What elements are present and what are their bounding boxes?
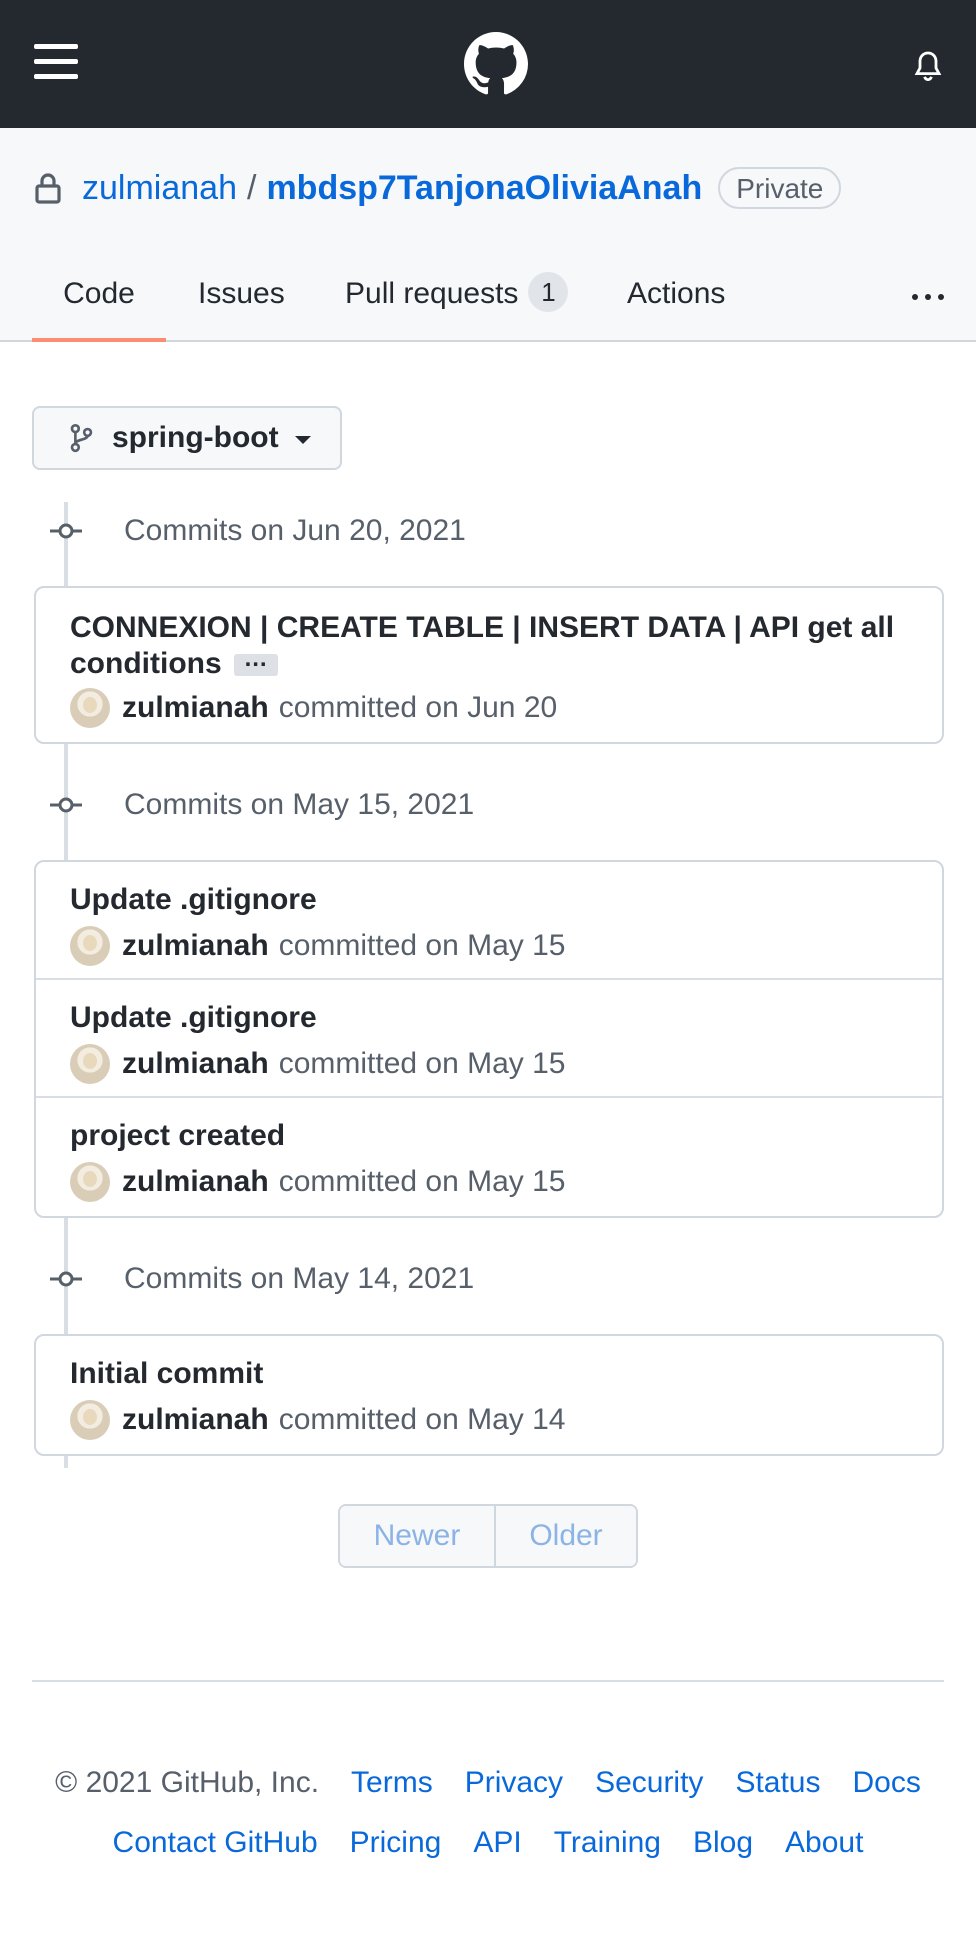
footer-row-2: Contact GitHub Pricing API Training Blog…	[0, 1826, 976, 1860]
commit-author-link[interactable]: zulmianah	[122, 1047, 269, 1081]
git-commit-icon	[50, 1271, 82, 1287]
branch-name: spring-boot	[112, 421, 279, 454]
commit-title-line1: CONNEXION | CREATE TABLE | INSERT DATA |…	[70, 611, 895, 644]
commit-author-link[interactable]: zulmianah	[122, 1165, 269, 1199]
tab-pull-requests-label: Pull requests	[345, 277, 519, 310]
commit-group-heading: Commits on May 15, 2021	[48, 788, 474, 822]
commit-group-date: Commits on Jun 20, 2021	[124, 514, 466, 547]
avatar[interactable]	[70, 1400, 110, 1440]
commit-meta: zulmianah committed on May 15	[70, 926, 566, 966]
repo-title: zulmianah / mbdsp7TanjonaOliviaAnah Priv…	[34, 166, 842, 210]
repo-header: zulmianah / mbdsp7TanjonaOliviaAnah Priv…	[0, 128, 976, 342]
tab-issues-label: Issues	[198, 277, 285, 310]
pull-requests-counter: 1	[528, 272, 569, 313]
commit-list: CONNEXION | CREATE TABLE | INSERT DATA |…	[34, 586, 944, 744]
repo-owner-link[interactable]: zulmianah	[82, 169, 237, 208]
commit-title[interactable]: Update .gitignore	[70, 882, 317, 918]
lock-icon	[35, 173, 61, 204]
commit-meta: zulmianah committed on Jun 20	[70, 688, 557, 728]
avatar[interactable]	[70, 926, 110, 966]
commit-title[interactable]: Initial commit	[70, 1356, 263, 1392]
footer-link-terms[interactable]: Terms	[351, 1766, 433, 1800]
avatar[interactable]	[70, 1044, 110, 1084]
tab-actions[interactable]: Actions	[627, 250, 725, 342]
footer-link-contact[interactable]: Contact GitHub	[113, 1826, 318, 1860]
commit-group-date: Commits on May 15, 2021	[124, 788, 475, 821]
tab-code-label: Code	[63, 277, 135, 310]
commit-date: committed on Jun 20	[278, 691, 558, 724]
list-item: Update .gitignore zulmianah committed on…	[36, 980, 942, 1098]
commit-meta: zulmianah committed on May 15	[70, 1044, 566, 1084]
tab-pull-requests[interactable]: Pull requests 1	[345, 250, 569, 342]
footer-link-blog[interactable]: Blog	[693, 1826, 753, 1860]
commit-author-link[interactable]: zulmianah	[122, 1403, 269, 1437]
visibility-badge: Private	[718, 167, 842, 209]
more-tabs-icon[interactable]	[912, 250, 948, 342]
chevron-down-icon	[294, 436, 311, 444]
branch-selector-button[interactable]: spring-boot	[32, 406, 342, 470]
footer-link-security[interactable]: Security	[595, 1766, 703, 1800]
footer-link-pricing[interactable]: Pricing	[350, 1826, 442, 1860]
copyright: © 2021 GitHub, Inc.	[55, 1766, 320, 1799]
commit-group-date: Commits on May 14, 2021	[124, 1262, 475, 1295]
footer-link-docs[interactable]: Docs	[853, 1766, 921, 1800]
commit-title[interactable]: Update .gitignore	[70, 1000, 317, 1036]
avatar[interactable]	[70, 688, 110, 728]
list-item: Update .gitignore zulmianah committed on…	[36, 862, 942, 980]
github-mark-icon[interactable]	[464, 32, 528, 96]
expand-message-button[interactable]: …	[233, 647, 278, 677]
list-item: Initial commit zulmianah committed on Ma…	[36, 1336, 942, 1454]
timeline-line	[64, 1454, 68, 1468]
commit-list: Update .gitignore zulmianah committed on…	[34, 860, 944, 1218]
footer-link-status[interactable]: Status	[735, 1766, 820, 1800]
footer-link-training[interactable]: Training	[554, 1826, 661, 1860]
top-bar	[0, 0, 976, 128]
pagination: Newer Older	[338, 1504, 638, 1568]
tab-actions-label: Actions	[627, 277, 726, 310]
footer-link-api[interactable]: API	[473, 1826, 521, 1860]
list-item: project created zulmianah committed on M…	[36, 1098, 942, 1216]
commit-date: committed on May 15	[278, 1165, 566, 1198]
repo-tabs: Code Issues Pull requests 1 Actions	[32, 250, 952, 342]
newer-button[interactable]: Newer	[340, 1506, 496, 1566]
bell-icon[interactable]	[912, 50, 944, 84]
commit-author-link[interactable]: zulmianah	[122, 929, 269, 963]
footer-link-about[interactable]: About	[785, 1826, 863, 1860]
commit-date: committed on May 14	[278, 1403, 566, 1436]
commit-meta: zulmianah committed on May 14	[70, 1400, 566, 1440]
list-item: CONNEXION | CREATE TABLE | INSERT DATA |…	[36, 588, 942, 742]
repo-name-link[interactable]: mbdsp7TanjonaOliviaAnah	[266, 169, 702, 208]
commit-author-link[interactable]: zulmianah	[122, 691, 269, 725]
footer-link-privacy[interactable]: Privacy	[465, 1766, 563, 1800]
commit-group-heading: Commits on May 14, 2021	[48, 1262, 474, 1296]
footer-divider	[32, 1680, 944, 1682]
hamburger-icon[interactable]	[34, 44, 78, 80]
avatar[interactable]	[70, 1162, 110, 1202]
commit-title[interactable]: CONNEXION | CREATE TABLE | INSERT DATA |…	[70, 610, 894, 682]
commit-date: committed on May 15	[278, 1047, 566, 1080]
path-separator: /	[246, 168, 257, 207]
commit-list: Initial commit zulmianah committed on Ma…	[34, 1334, 944, 1456]
git-commit-icon	[50, 797, 82, 813]
commit-date: committed on May 15	[278, 929, 566, 962]
older-button[interactable]: Older	[496, 1506, 636, 1566]
footer-row-1: © 2021 GitHub, Inc. Terms Privacy Securi…	[0, 1766, 976, 1800]
commit-title-line2: conditions	[70, 647, 222, 680]
commit-group-heading: Commits on Jun 20, 2021	[48, 514, 466, 548]
tab-code[interactable]: Code	[32, 250, 166, 342]
commit-title[interactable]: project created	[70, 1118, 285, 1154]
git-commit-icon	[50, 523, 82, 539]
git-branch-icon	[70, 423, 93, 453]
commit-meta: zulmianah committed on May 15	[70, 1162, 566, 1202]
tab-issues[interactable]: Issues	[198, 250, 285, 342]
